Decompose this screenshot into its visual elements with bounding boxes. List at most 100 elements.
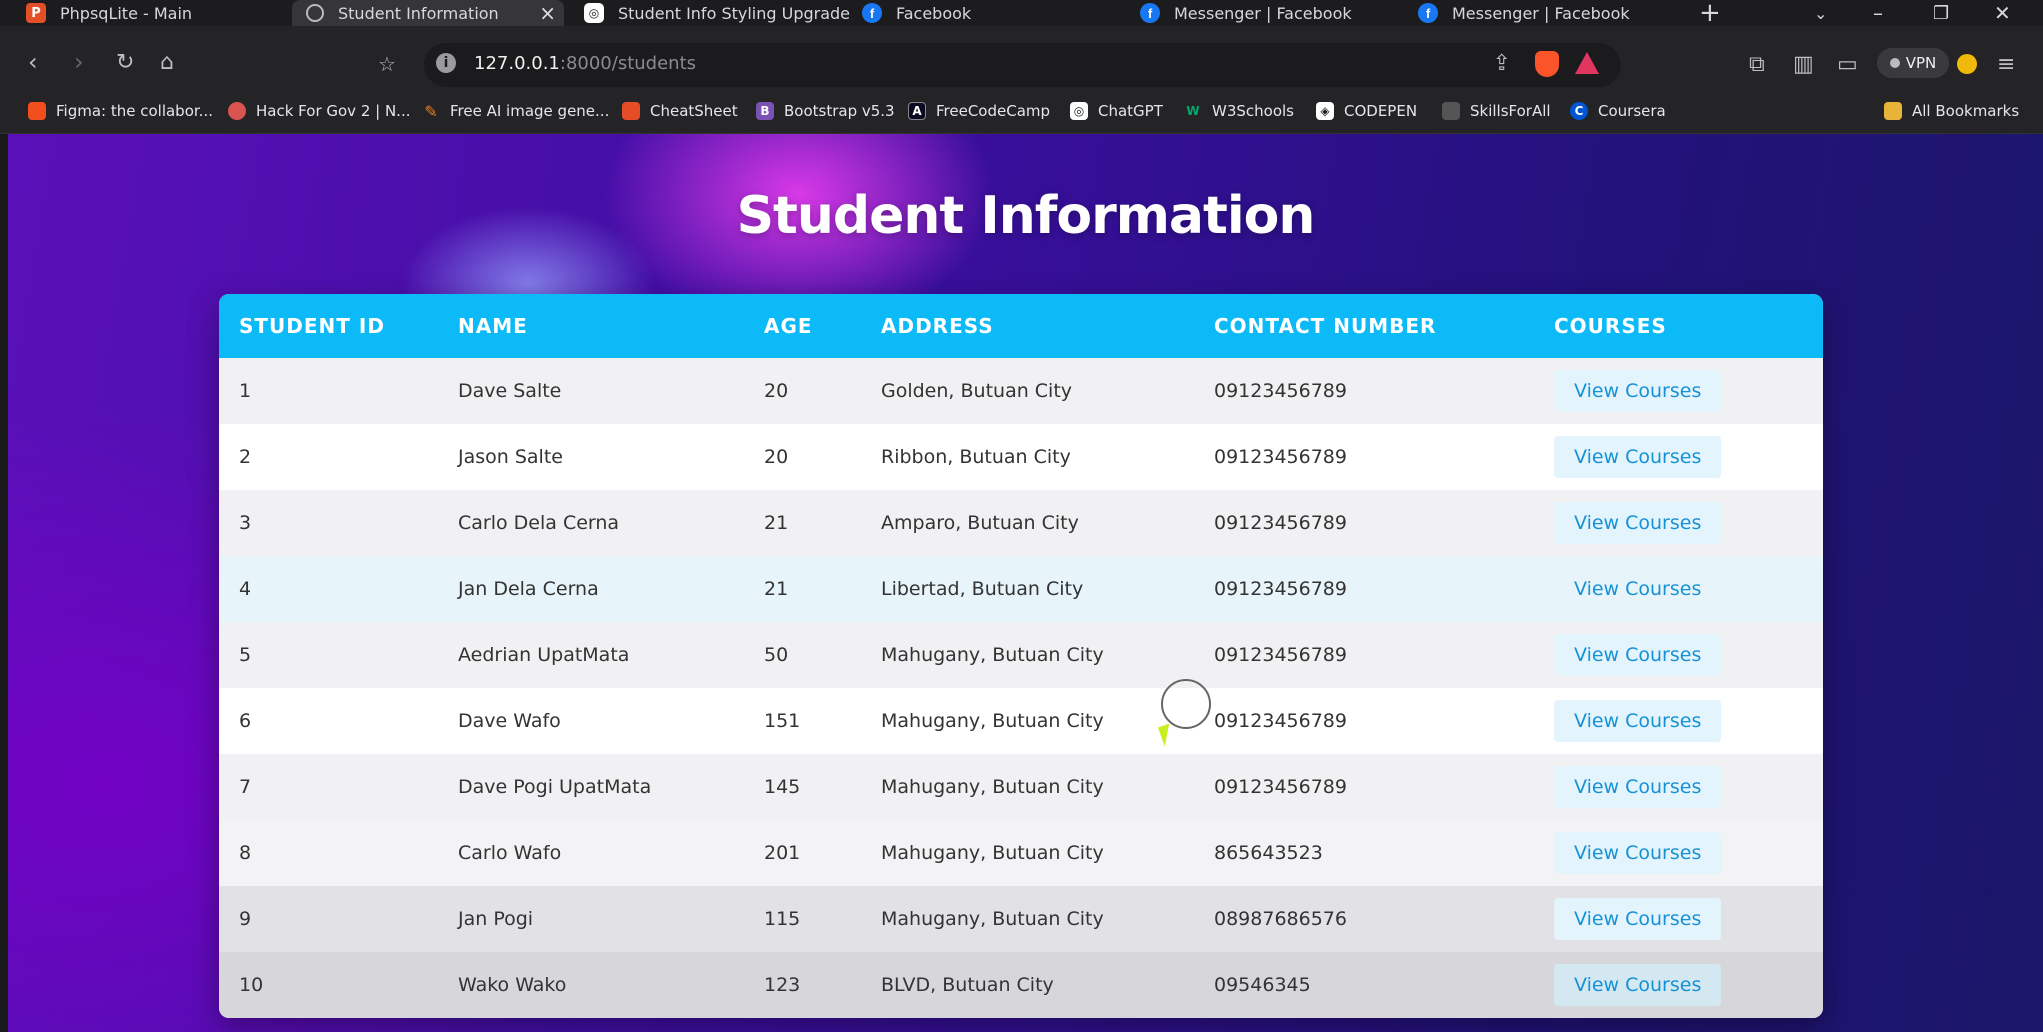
view-courses-button[interactable]: View Courses xyxy=(1554,832,1722,874)
bookmark-free-ai-image[interactable]: ✎ Free AI image gene... xyxy=(422,102,609,121)
w3schools-icon: W xyxy=(1186,104,1200,118)
tab-bar: P PhpsqLite - Main Student Information ×… xyxy=(0,0,2043,28)
bookmark-hack-for-gov[interactable]: Hack For Gov 2 | N... xyxy=(228,102,410,120)
cell-contact: 09123456789 xyxy=(1214,644,1347,666)
bookmark-freecodecamp[interactable]: A FreeCodeCamp xyxy=(908,102,1050,120)
tab-messenger-1[interactable]: f Messenger | Facebook xyxy=(1140,0,1400,26)
cell-address: Mahugany, Butuan City xyxy=(881,644,1104,666)
site-info-icon[interactable]: i xyxy=(436,53,456,73)
view-courses-button[interactable]: View Courses xyxy=(1554,568,1721,610)
chatgpt-icon: ◎ xyxy=(584,3,604,23)
bootstrap-icon: B xyxy=(756,102,774,120)
cell-age: 201 xyxy=(764,842,801,864)
restore-icon[interactable]: ❐ xyxy=(1933,0,1949,26)
cell-age: 50 xyxy=(764,644,789,666)
click-highlight-ring xyxy=(1161,679,1211,729)
cell-courses: View Courses xyxy=(1554,556,1823,622)
cell-student-id: 7 xyxy=(239,776,252,798)
table-row: 4 Jan Dela Cerna 21 Libertad, Butuan Cit… xyxy=(219,556,1823,622)
cell-contact: 09123456789 xyxy=(1214,578,1347,600)
bookmark-codepen[interactable]: ◈ CODEPEN xyxy=(1316,102,1417,120)
view-courses-button[interactable]: View Courses xyxy=(1554,700,1722,742)
column-header-student-id: STUDENT ID xyxy=(239,314,385,338)
view-courses-button[interactable]: View Courses xyxy=(1554,766,1722,808)
column-header-courses: COURSES xyxy=(1554,314,1667,338)
bookmark-skillsforall[interactable]: SkillsForAll xyxy=(1442,102,1551,120)
cell-name: Wako Wako xyxy=(458,974,567,996)
tab-student-information[interactable]: Student Information × xyxy=(292,0,564,26)
cell-courses: View Courses xyxy=(1554,622,1823,688)
vpn-button[interactable]: VPN xyxy=(1877,48,1949,78)
view-courses-button[interactable]: View Courses xyxy=(1554,634,1722,676)
table-row: 10 Wako Wako 123 BLVD, Butuan City 09546… xyxy=(219,952,1823,1018)
table-header-row: STUDENT ID NAME AGE ADDRESS CONTACT NUMB… xyxy=(219,294,1823,358)
vpn-status-icon xyxy=(1889,58,1900,68)
cell-student-id: 3 xyxy=(239,512,252,534)
reload-icon[interactable]: ↻ xyxy=(116,50,134,75)
bookmark-figma[interactable]: Figma: the collabor... xyxy=(28,102,213,120)
wallet-icon[interactable]: ▭ xyxy=(1837,52,1858,77)
bookmark-bootstrap[interactable]: B Bootstrap v5.3 xyxy=(756,102,895,120)
minimize-icon[interactable]: – xyxy=(1873,0,1883,26)
url-text[interactable]: 127.0.0.1:8000/students xyxy=(474,53,696,74)
view-courses-button[interactable]: View Courses xyxy=(1554,898,1722,940)
table-row: 5 Aedrian UpatMata 50 Mahugany, Butuan C… xyxy=(219,622,1823,688)
cell-age: 123 xyxy=(764,974,801,996)
phpmyadmin-icon: P xyxy=(26,3,46,23)
leo-ai-icon[interactable] xyxy=(1957,54,1977,74)
cell-address: Amparo, Butuan City xyxy=(881,512,1079,534)
bookmark-chatgpt[interactable]: ◎ ChatGPT xyxy=(1070,102,1163,120)
cell-student-id: 6 xyxy=(239,710,252,732)
menu-icon[interactable]: ≡ xyxy=(1997,52,2015,77)
cell-address: Mahugany, Butuan City xyxy=(881,776,1104,798)
sidebar-icon[interactable]: ▥ xyxy=(1793,52,1814,77)
tab-list-chevron-icon[interactable]: ⌄ xyxy=(1814,0,1827,26)
students-table-card: STUDENT ID NAME AGE ADDRESS CONTACT NUMB… xyxy=(219,294,1823,1018)
students-table: STUDENT ID NAME AGE ADDRESS CONTACT NUMB… xyxy=(219,294,1823,1018)
tab-messenger-2[interactable]: f Messenger | Facebook xyxy=(1418,0,1678,26)
tab-facebook[interactable]: f Facebook xyxy=(862,0,1122,26)
close-tab-icon[interactable]: × xyxy=(539,1,556,25)
home-icon[interactable]: ⌂ xyxy=(160,50,174,75)
bookmark-cheatsheet[interactable]: CheatSheet xyxy=(622,102,738,120)
bookmark-icon[interactable]: ☆ xyxy=(378,52,396,76)
tab-student-info-styling[interactable]: ◎ Student Info Styling Upgrade xyxy=(584,0,854,26)
extensions-icon[interactable]: ⧉ xyxy=(1749,52,1765,77)
view-courses-button[interactable]: View Courses xyxy=(1554,502,1722,544)
folder-icon xyxy=(1884,102,1902,120)
close-window-icon[interactable]: ✕ xyxy=(1994,0,2011,26)
view-courses-button[interactable]: View Courses xyxy=(1554,370,1722,412)
brave-shields-icon[interactable] xyxy=(1535,51,1559,77)
cell-contact: 09123456789 xyxy=(1214,710,1347,732)
cell-name: Carlo Dela Cerna xyxy=(458,512,620,534)
cell-student-id: 9 xyxy=(239,908,252,930)
all-bookmarks[interactable]: All Bookmarks xyxy=(1884,102,2019,120)
cell-courses: View Courses xyxy=(1554,358,1823,424)
view-courses-button[interactable]: View Courses xyxy=(1554,964,1722,1006)
new-tab-icon[interactable]: + xyxy=(1699,0,1721,28)
cell-name: Jan Dela Cerna xyxy=(458,578,599,600)
globe-icon xyxy=(306,4,324,22)
figma-icon xyxy=(28,102,46,120)
back-icon[interactable]: ‹ xyxy=(28,48,38,76)
html5-icon xyxy=(622,102,640,120)
cell-age: 115 xyxy=(764,908,801,930)
coursera-icon: C xyxy=(1570,102,1588,120)
brave-rewards-icon[interactable] xyxy=(1575,52,1599,74)
bookmark-coursera[interactable]: C Coursera xyxy=(1570,102,1666,120)
share-icon[interactable]: ⇪ xyxy=(1493,51,1511,76)
address-bar[interactable]: i 127.0.0.1:8000/students ⇪ xyxy=(424,43,1621,87)
table-row: 3 Carlo Dela Cerna 21 Amparo, Butuan Cit… xyxy=(219,490,1823,556)
tab-phpsqlite[interactable]: P PhpsqLite - Main xyxy=(26,0,286,26)
cell-name: Jan Pogi xyxy=(458,908,534,930)
cell-address: Mahugany, Butuan City xyxy=(881,842,1104,864)
cell-contact: 09546345 xyxy=(1214,974,1311,996)
hackforgov-icon xyxy=(228,102,246,120)
table-row: 1 Dave Salte 20 Golden, Butuan City 0912… xyxy=(219,358,1823,424)
bookmark-w3schools[interactable]: W W3Schools xyxy=(1184,102,1294,120)
column-header-address: ADDRESS xyxy=(881,314,994,338)
view-courses-button[interactable]: View Courses xyxy=(1554,436,1722,478)
cell-courses: View Courses xyxy=(1554,754,1823,820)
forward-icon[interactable]: › xyxy=(74,48,84,76)
cell-age: 21 xyxy=(764,512,789,534)
